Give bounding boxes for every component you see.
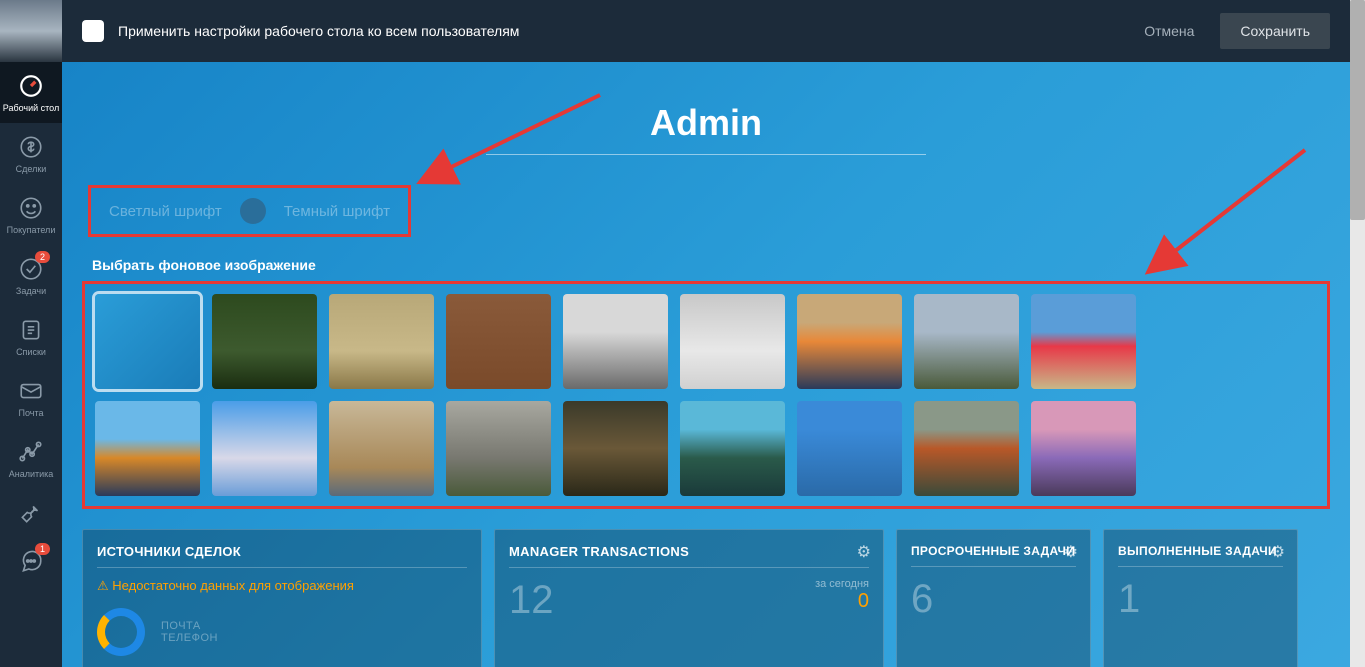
font-toggle-highlight: Светлый шрифт Темный шрифт bbox=[88, 185, 411, 237]
nav-dashboard[interactable]: Рабочий стол bbox=[0, 62, 62, 123]
widget-warning: Недостаточно данных для отображения bbox=[97, 578, 467, 594]
widget-done[interactable]: ⚙ ВЫПОЛНЕННЫЕ ЗАДАЧИ 1 bbox=[1103, 529, 1298, 667]
cancel-button[interactable]: Отмена bbox=[1126, 13, 1212, 49]
light-font-label: Светлый шрифт bbox=[109, 203, 222, 220]
scrollbar-thumb[interactable] bbox=[1350, 0, 1365, 220]
badge: 2 bbox=[35, 251, 50, 263]
legend-mail: ПОЧТА bbox=[161, 620, 218, 632]
scrollbar[interactable] bbox=[1350, 0, 1365, 667]
mail-icon bbox=[17, 377, 45, 405]
list-icon bbox=[17, 316, 45, 344]
bg-thumb-14[interactable] bbox=[680, 401, 785, 496]
badge: 1 bbox=[35, 543, 50, 555]
nav-deals[interactable]: Сделки bbox=[0, 123, 62, 184]
gear-icon[interactable]: ⚙ bbox=[1271, 542, 1285, 562]
widget-value: 1 bbox=[1118, 577, 1283, 622]
bg-thumb-15[interactable] bbox=[797, 401, 902, 496]
nav-chat[interactable]: 1 bbox=[0, 537, 62, 585]
nav-label: Почта bbox=[19, 408, 44, 418]
wrench-icon bbox=[17, 499, 45, 527]
bg-thumb-16[interactable] bbox=[914, 401, 1019, 496]
widget-today-value: 0 bbox=[815, 590, 869, 613]
widget-overdue[interactable]: ⚙ ПРОСРОЧЕННЫЕ ЗАДАЧИ 6 bbox=[896, 529, 1091, 667]
dollar-icon bbox=[17, 133, 45, 161]
nav-label: Покупатели bbox=[7, 225, 56, 235]
bg-thumb-5[interactable] bbox=[680, 294, 785, 389]
gauge-icon bbox=[17, 72, 45, 100]
bg-thumb-11[interactable] bbox=[329, 401, 434, 496]
widget-title: ИСТОЧНИКИ СДЕЛОК bbox=[97, 544, 467, 568]
widget-sub: за сегодня 0 bbox=[815, 578, 869, 613]
save-button[interactable]: Сохранить bbox=[1220, 13, 1330, 49]
widget-title: MANAGER TRANSACTIONS bbox=[509, 544, 869, 568]
sidebar: Рабочий стол Сделки Покупатели 2 Задачи … bbox=[0, 0, 62, 667]
bg-thumb-0[interactable] bbox=[95, 294, 200, 389]
font-toggle[interactable] bbox=[240, 198, 266, 224]
page-title: Admin bbox=[82, 82, 1330, 154]
apply-all-label: Применить настройки рабочего стола ко вс… bbox=[118, 23, 1126, 39]
gear-icon[interactable]: ⚙ bbox=[857, 542, 871, 562]
bg-thumb-8[interactable] bbox=[1031, 294, 1136, 389]
bg-thumb-9[interactable] bbox=[95, 401, 200, 496]
bg-thumb-7[interactable] bbox=[914, 294, 1019, 389]
bg-thumb-10[interactable] bbox=[212, 401, 317, 496]
widget-transactions[interactable]: ⚙ MANAGER TRANSACTIONS 12 за сегодня 0 bbox=[494, 529, 884, 667]
bg-section-label: Выбрать фоновое изображение bbox=[92, 257, 1330, 273]
widget-value: 6 bbox=[911, 577, 1076, 622]
logo bbox=[0, 0, 62, 62]
legend-phone: ТЕЛЕФОН bbox=[161, 632, 218, 644]
bg-thumb-3[interactable] bbox=[446, 294, 551, 389]
nav-label: Задачи bbox=[16, 286, 46, 296]
nav-label: Аналитика bbox=[9, 469, 54, 479]
bg-thumb-6[interactable] bbox=[797, 294, 902, 389]
widgets-row: ИСТОЧНИКИ СДЕЛОК Недостаточно данных для… bbox=[82, 529, 1330, 667]
nav-buyers[interactable]: Покупатели bbox=[0, 184, 62, 245]
widget-title: ПРОСРОЧЕННЫЕ ЗАДАЧИ bbox=[911, 544, 1076, 567]
nav-tasks[interactable]: 2 Задачи bbox=[0, 245, 62, 306]
donut-icon bbox=[97, 608, 145, 656]
widget-value: 12 bbox=[509, 578, 554, 623]
widget-sources[interactable]: ИСТОЧНИКИ СДЕЛОК Недостаточно данных для… bbox=[82, 529, 482, 667]
bg-thumb-1[interactable] bbox=[212, 294, 317, 389]
nav-lists[interactable]: Списки bbox=[0, 306, 62, 367]
nav-label: Рабочий стол bbox=[3, 103, 60, 113]
topbar: Применить настройки рабочего стола ко вс… bbox=[62, 0, 1350, 62]
title-underline bbox=[486, 154, 926, 155]
bg-grid bbox=[95, 294, 1317, 496]
smile-icon bbox=[17, 194, 45, 222]
chart-icon bbox=[17, 438, 45, 466]
nav-settings[interactable] bbox=[0, 489, 62, 537]
bg-grid-highlight bbox=[82, 281, 1330, 509]
bg-thumb-13[interactable] bbox=[563, 401, 668, 496]
apply-all-checkbox[interactable] bbox=[82, 20, 104, 42]
widget-sub-label: за сегодня bbox=[815, 578, 869, 590]
dark-font-label: Темный шрифт bbox=[284, 203, 390, 220]
nav-analytics[interactable]: Аналитика bbox=[0, 428, 62, 489]
nav-label: Списки bbox=[16, 347, 46, 357]
bg-thumb-12[interactable] bbox=[446, 401, 551, 496]
widget-title: ВЫПОЛНЕННЫЕ ЗАДАЧИ bbox=[1118, 544, 1283, 567]
bg-thumb-2[interactable] bbox=[329, 294, 434, 389]
main-content: Admin Светлый шрифт Темный шрифт Выбрать… bbox=[62, 62, 1350, 667]
gear-icon[interactable]: ⚙ bbox=[1064, 542, 1078, 562]
nav-mail[interactable]: Почта bbox=[0, 367, 62, 428]
nav-label: Сделки bbox=[16, 164, 47, 174]
bg-thumb-17[interactable] bbox=[1031, 401, 1136, 496]
bg-thumb-4[interactable] bbox=[563, 294, 668, 389]
